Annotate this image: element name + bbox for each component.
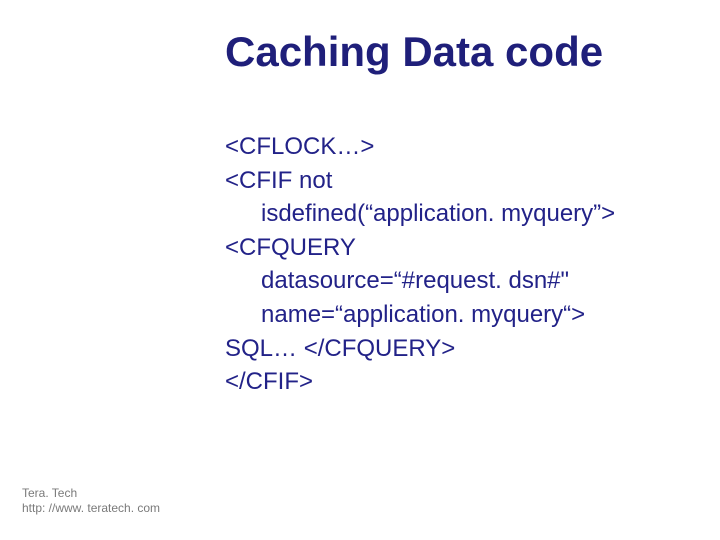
code-line: SQL… </CFQUERY> [225,332,690,366]
code-line: <CFIF not [225,164,690,198]
footer-url: http: //www. teratech. com [22,501,160,516]
code-line: </CFIF> [225,365,690,399]
code-line: datasource=“#request. dsn#" [225,264,690,298]
footer: Tera. Tech http: //www. teratech. com [22,486,160,516]
code-line: name=“application. myquery“> [225,298,690,332]
code-line: isdefined(“application. myquery”> [225,197,690,231]
code-line: <CFLOCK…> [225,130,690,164]
footer-name: Tera. Tech [22,486,160,501]
page-title: Caching Data code [225,28,603,76]
code-block: <CFLOCK…> <CFIF not isdefined(“applicati… [225,130,690,399]
code-line: <CFQUERY [225,231,690,265]
slide: Caching Data code <CFLOCK…> <CFIF not is… [0,0,720,540]
